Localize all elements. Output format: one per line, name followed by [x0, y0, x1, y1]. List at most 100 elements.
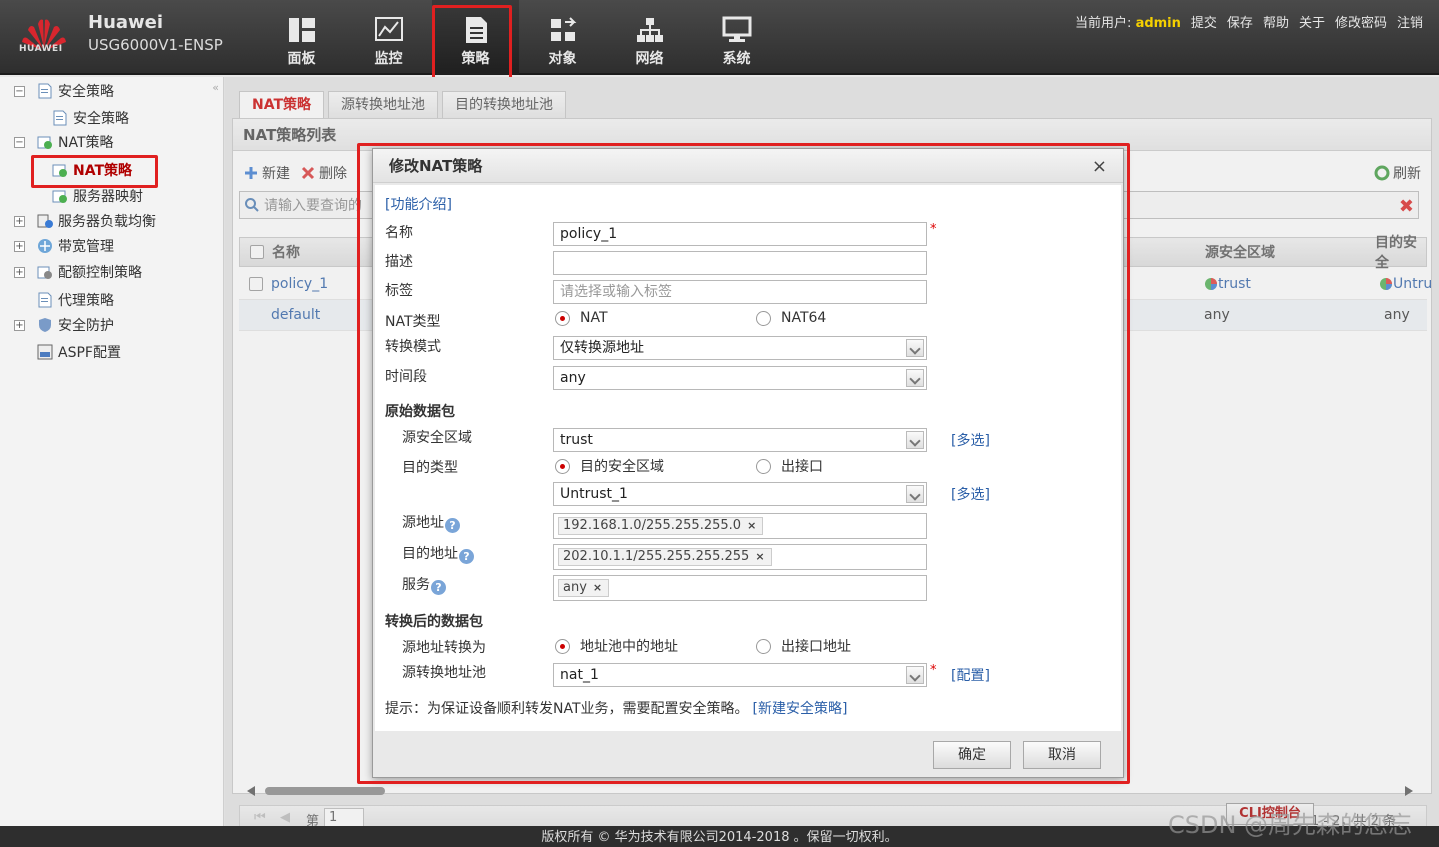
nat-type-radio-nat64[interactable]: NAT64: [756, 310, 826, 326]
description-label: 描述: [385, 254, 413, 270]
hint-text: 提示：为保证设备顺利转发NAT业务，需要配置安全策略。 [新建安全策略]: [385, 701, 848, 717]
source-pool-select[interactable]: nat_1: [553, 663, 927, 687]
mode-select[interactable]: 仅转换源地址: [553, 336, 927, 360]
tree-toggle[interactable]: +: [14, 319, 25, 331]
service-input[interactable]: any ×: [553, 575, 927, 601]
chevron-down-icon[interactable]: [906, 485, 924, 503]
name-label: 名称: [385, 225, 413, 241]
source-address-tag: 192.168.1.0/255.255.255.0 ×: [558, 515, 764, 537]
policy-doc-icon: [53, 110, 67, 126]
submit-link[interactable]: 提交: [1191, 12, 1217, 31]
logout-link[interactable]: 注销: [1397, 12, 1423, 31]
destination-type-radio-zone[interactable]: 目的安全区域: [555, 456, 664, 476]
remove-tag-icon[interactable]: ×: [755, 546, 764, 568]
sidebar-collapse-button[interactable]: «: [212, 81, 219, 94]
dialog-body: [功能介绍] 名称 policy_1 * 描述 标签 请选择或输入标签 NAT类…: [375, 185, 1121, 731]
radio-selected-icon: [555, 458, 570, 474]
dashboard-icon: [288, 18, 315, 42]
nav-network[interactable]: 网络: [606, 0, 693, 75]
nav-dashboard[interactable]: 面板: [258, 0, 345, 75]
required-mark: *: [930, 222, 937, 237]
nat-type-radio-nat[interactable]: NAT: [555, 310, 608, 326]
description-input[interactable]: [553, 251, 927, 275]
sidebar-item-security-protection[interactable]: + 安全防护: [14, 314, 114, 336]
nav-monitor[interactable]: 监控: [345, 0, 432, 75]
user-toolbar: 当前用户: admin 提交 保存 帮助 关于 修改密码 注销: [1075, 12, 1423, 31]
remove-tag-icon[interactable]: ×: [747, 515, 756, 537]
new-security-policy-link[interactable]: [新建安全策略]: [753, 701, 848, 717]
source-pool-label: 源转换地址池: [402, 665, 486, 681]
time-range-label: 时间段: [385, 369, 427, 385]
config-pool-link[interactable]: [配置]: [951, 665, 990, 685]
sidebar-item-quota-control[interactable]: + 配额控制策略: [14, 261, 142, 283]
sidebar-item-label: ASPF配置: [58, 345, 121, 361]
ok-button[interactable]: 确定: [933, 741, 1011, 769]
translate-radio-interface[interactable]: 出接口地址: [756, 636, 851, 656]
sidebar-item-proxy-policy[interactable]: 代理策略: [37, 289, 114, 311]
intro-link[interactable]: [功能介绍]: [385, 194, 452, 214]
chevron-down-icon[interactable]: [906, 666, 924, 684]
about-link[interactable]: 关于: [1299, 12, 1325, 31]
nav-object[interactable]: 对象: [519, 0, 606, 75]
destination-zone-select[interactable]: Untrust_1: [553, 482, 927, 506]
policy-doc-icon: [38, 83, 52, 99]
sidebar-item-label: 带宽管理: [58, 239, 114, 255]
sidebar: « − 安全策略 安全策略 − NAT策略 NAT策略 服务器映射 + 服务器负…: [0, 77, 224, 826]
tree-toggle[interactable]: +: [14, 266, 25, 278]
sidebar-item-server-mapping[interactable]: 服务器映射: [52, 185, 143, 207]
help-link[interactable]: 帮助: [1263, 12, 1289, 31]
sidebar-item-label: NAT策略: [73, 163, 133, 179]
remove-tag-icon[interactable]: ×: [593, 577, 602, 599]
destination-address-label: 目的地址?: [402, 543, 474, 564]
sidebar-item-label: 配额控制策略: [58, 265, 142, 281]
sidebar-item-server-load-balancing[interactable]: + 服务器负载均衡: [14, 210, 156, 232]
destination-type-radio-interface[interactable]: 出接口: [756, 456, 823, 476]
edit-nat-policy-dialog: 修改NAT策略 × [功能介绍] 名称 policy_1 * 描述 标签 请选择…: [372, 148, 1124, 778]
cancel-button[interactable]: 取消: [1023, 741, 1101, 769]
change-password-link[interactable]: 修改密码: [1335, 12, 1387, 31]
sidebar-item-security-policy-group[interactable]: − 安全策略: [14, 80, 114, 102]
proxy-policy-icon: [38, 292, 52, 308]
sidebar-item-label: 服务器负载均衡: [58, 214, 156, 230]
close-icon[interactable]: ×: [1092, 156, 1107, 177]
sidebar-item-aspf[interactable]: ASPF配置: [37, 341, 121, 363]
time-range-select[interactable]: any: [553, 366, 927, 390]
sidebar-item-nat-policy[interactable]: NAT策略: [52, 159, 132, 181]
help-icon[interactable]: ?: [445, 518, 460, 533]
service-tag: any ×: [558, 577, 610, 599]
source-address-input[interactable]: 192.168.1.0/255.255.255.0 ×: [553, 513, 927, 539]
nav-label: 监控: [374, 51, 403, 67]
top-header: HUAWEI Huawei USG6000V1-ENSP 面板 监控 策略 对象…: [0, 0, 1439, 75]
help-icon[interactable]: ?: [459, 549, 474, 564]
translate-radio-pool[interactable]: 地址池中的地址: [555, 636, 678, 656]
tree-toggle[interactable]: −: [14, 85, 25, 97]
help-icon[interactable]: ?: [431, 580, 446, 595]
radio-unselected-icon: [756, 310, 771, 326]
tree-toggle[interactable]: +: [14, 240, 25, 252]
destination-address-input[interactable]: 202.10.1.1/255.255.255.255 ×: [553, 544, 927, 570]
nav-system[interactable]: 系统: [693, 0, 780, 75]
device-model: USG6000V1-ENSP: [88, 36, 223, 54]
username: admin: [1135, 16, 1181, 31]
tree-toggle[interactable]: −: [14, 136, 25, 148]
chevron-down-icon[interactable]: [906, 339, 924, 357]
destination-zone-multiselect-link[interactable]: [多选]: [951, 484, 990, 504]
tree-toggle[interactable]: +: [14, 215, 25, 227]
sidebar-item-label: 代理策略: [58, 293, 114, 309]
network-topology-icon: [636, 18, 663, 42]
nav-label: 策略: [461, 51, 490, 67]
chevron-down-icon[interactable]: [906, 431, 924, 449]
sidebar-item-nat-policy-group[interactable]: − NAT策略: [14, 131, 114, 153]
mode-label: 转换模式: [385, 339, 441, 355]
nav-label: 对象: [548, 51, 577, 67]
name-input[interactable]: policy_1: [553, 222, 927, 246]
current-user-label: 当前用户: admin: [1075, 16, 1181, 31]
source-zone-multiselect-link[interactable]: [多选]: [951, 430, 990, 450]
nav-policy[interactable]: 策略: [432, 0, 519, 75]
tag-input[interactable]: 请选择或输入标签: [553, 280, 927, 304]
chevron-down-icon[interactable]: [906, 369, 924, 387]
save-link[interactable]: 保存: [1227, 12, 1253, 31]
source-zone-select[interactable]: trust: [553, 428, 927, 452]
sidebar-item-bandwidth[interactable]: + 带宽管理: [14, 235, 114, 257]
sidebar-item-security-policy[interactable]: 安全策略: [52, 107, 129, 129]
